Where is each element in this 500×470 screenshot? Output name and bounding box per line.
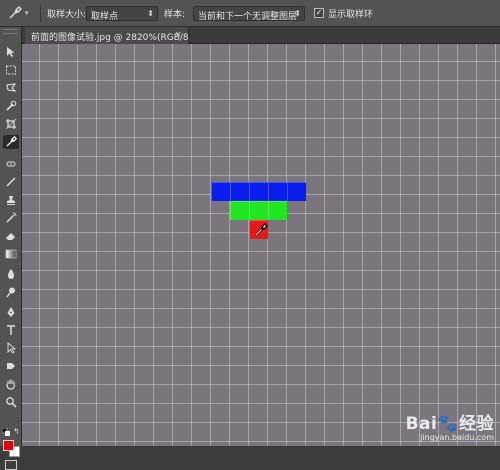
watermark-url: jingyan.baidu.com (420, 433, 494, 442)
sample-size-select[interactable]: 取样点 ⬍ (86, 6, 158, 21)
hand-tool-icon[interactable] (3, 377, 19, 391)
green-pixel (230, 201, 249, 220)
blue-pixel (268, 182, 287, 201)
lasso-tool-icon[interactable] (3, 81, 19, 95)
clone-stamp-icon[interactable] (3, 193, 19, 207)
zoom-tool-icon[interactable] (3, 395, 19, 409)
chevron-down-icon: ⬍ (294, 9, 301, 18)
options-bar: ▾ 取样大小: 取样点 ⬍ 样本: 当前和下一个无调整图层 ⬍ ✓ 显示取样环 (0, 0, 500, 27)
divider (40, 5, 41, 22)
green-pixel (249, 201, 268, 220)
watermark-logo: Bai🐾经验 (405, 414, 494, 434)
blur-tool-icon[interactable] (3, 267, 19, 281)
sample-select[interactable]: 当前和下一个无调整图层 ⬍ (193, 6, 305, 21)
watermark: Bai🐾经验 jingyan.baidu.com (406, 409, 494, 442)
crop-tool-icon[interactable] (3, 117, 19, 131)
quick-selection-icon[interactable] (3, 99, 19, 113)
eyedropper-cursor-icon (255, 223, 268, 236)
eyedropper-tool-icon[interactable] (3, 135, 19, 149)
default-colors-icon[interactable] (2, 428, 10, 436)
spot-healing-icon[interactable] (3, 157, 19, 171)
document-canvas[interactable]: Bai🐾经验 jingyan.baidu.com (22, 44, 500, 446)
marquee-tool-icon[interactable] (3, 63, 19, 77)
sample-value: 当前和下一个无调整图层 (198, 12, 298, 21)
shape-tool-icon[interactable] (3, 359, 19, 373)
sample-label: 样本: (164, 10, 186, 20)
show-sampling-ring-checkbox[interactable]: ✓ (314, 8, 324, 18)
quick-mask-icon[interactable] (5, 460, 17, 470)
move-tool-icon[interactable] (3, 45, 19, 59)
blue-pixel (211, 182, 230, 201)
blue-pixel (287, 182, 306, 201)
chevron-down-icon: ▾ (25, 9, 29, 17)
panel-grip[interactable] (3, 29, 18, 34)
document-tab[interactable]: 前面的图像试验.jpg @ 2820%(RGB/8) * × (25, 27, 189, 44)
blue-pixel (249, 182, 268, 201)
swap-colors-icon[interactable]: ↰ (13, 428, 20, 436)
brush-tool-icon[interactable] (3, 175, 19, 189)
blue-pixel (230, 182, 249, 201)
sample-size-value: 取样点 (91, 12, 119, 21)
history-brush-icon[interactable] (3, 211, 19, 225)
type-tool-icon[interactable] (3, 323, 19, 337)
green-pixel (268, 201, 287, 220)
show-sampling-ring-label: 显示取样环 (328, 10, 374, 20)
pen-tool-icon[interactable] (3, 305, 19, 319)
path-selection-icon[interactable] (3, 341, 19, 355)
eyedropper-icon (9, 6, 22, 19)
document-tab-bar: 前面的图像试验.jpg @ 2820%(RGB/8) * × (22, 27, 500, 44)
dodge-tool-icon[interactable] (3, 285, 19, 299)
tool-preset-picker[interactable]: ▾ (8, 5, 40, 21)
gradient-tool-icon[interactable] (3, 247, 19, 261)
close-icon[interactable]: × (174, 30, 182, 40)
tools-panel: ↰ (0, 27, 22, 470)
sample-size-label: 取样大小: (47, 10, 87, 20)
document-tab-title: 前面的图像试验.jpg @ 2820%(RGB/8) * (31, 33, 189, 43)
chevron-down-icon: ⬍ (147, 9, 154, 18)
eraser-tool-icon[interactable] (3, 229, 19, 243)
